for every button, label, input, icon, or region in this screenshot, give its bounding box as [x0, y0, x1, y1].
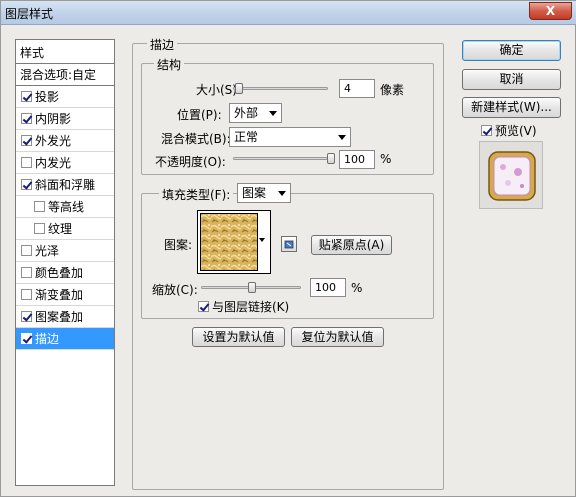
style-item[interactable]: 描边 — [16, 328, 114, 350]
style-item-label: 渐变叠加 — [35, 288, 84, 302]
style-item-label: 光泽 — [35, 244, 60, 258]
style-item-label: 斜面和浮雕 — [35, 178, 96, 192]
scale-slider-thumb[interactable] — [248, 282, 256, 293]
chevron-down-icon — [338, 135, 346, 140]
new-style-button[interactable]: 新建样式(W)... — [462, 97, 561, 118]
style-item-checkbox[interactable] — [21, 135, 32, 146]
style-item[interactable]: 渐变叠加 — [16, 284, 114, 306]
position-label: 位置(P): — [177, 108, 222, 122]
size-slider-track[interactable] — [233, 87, 328, 90]
pattern-dropdown-arrow-icon[interactable] — [259, 238, 265, 242]
make-default-button[interactable]: 设置为默认值 — [192, 327, 285, 347]
fill-type-select-value: 图案 — [242, 186, 267, 200]
preview-checkbox[interactable] — [481, 125, 492, 136]
styles-header[interactable]: 样式 — [16, 40, 114, 64]
style-item-checkbox[interactable] — [34, 223, 45, 234]
style-item-label: 颜色叠加 — [35, 266, 84, 280]
style-item[interactable]: 内发光 — [16, 152, 114, 174]
size-slider-thumb[interactable] — [234, 83, 243, 94]
reset-to-default-button[interactable]: 复位为默认值 — [291, 327, 384, 347]
opacity-unit: % — [380, 152, 392, 166]
style-item-checkbox[interactable] — [21, 113, 32, 124]
style-item-checkbox[interactable] — [21, 91, 32, 102]
style-item[interactable]: 颜色叠加 — [16, 262, 114, 284]
size-unit: 像素 — [380, 83, 405, 97]
scale-input[interactable]: 100 — [310, 278, 346, 297]
layer-style-dialog: 图层样式 X 样式 混合选项:自定 投影内阴影外发光内发光斜面和浮雕等高线纹理光… — [0, 0, 576, 497]
position-select[interactable]: 外部 — [229, 103, 282, 123]
style-item[interactable]: 斜面和浮雕 — [16, 174, 114, 196]
fill-type-label: 填充类型(F): — [159, 186, 234, 203]
preview-option[interactable]: 预览(V) — [481, 122, 537, 139]
style-item-label: 描边 — [35, 332, 60, 346]
style-item-checkbox[interactable] — [21, 267, 32, 278]
fill-type-select[interactable]: 图案 — [237, 183, 291, 203]
blend-mode-select[interactable]: 正常 — [229, 127, 351, 147]
link-with-layer-option[interactable]: 与图层链接(K) — [198, 298, 289, 315]
title-bar[interactable]: 图层样式 X — [1, 1, 576, 25]
pattern-swatch[interactable] — [200, 213, 258, 271]
link-with-layer-label: 与图层链接(K) — [212, 300, 290, 314]
blending-options-item[interactable]: 混合选项:自定 — [16, 64, 114, 86]
style-item[interactable]: 外发光 — [16, 130, 114, 152]
ok-button[interactable]: 确定 — [462, 40, 561, 61]
style-item[interactable]: 纹理 — [16, 218, 114, 240]
pattern-label: 图案: — [164, 238, 193, 252]
stroke-group-title: 描边 — [147, 36, 178, 53]
opacity-slider-thumb[interactable] — [327, 153, 335, 164]
scale-unit: % — [351, 281, 363, 295]
new-preset-icon[interactable] — [281, 236, 297, 252]
position-select-value: 外部 — [234, 106, 259, 120]
style-item-checkbox[interactable] — [21, 289, 32, 300]
style-item[interactable]: 光泽 — [16, 240, 114, 262]
preview-label: 预览(V) — [495, 124, 537, 138]
close-button[interactable]: X — [529, 2, 572, 20]
style-item-label: 外发光 — [35, 134, 72, 148]
style-item-checkbox[interactable] — [21, 311, 32, 322]
style-item-checkbox[interactable] — [21, 179, 32, 190]
style-item-label: 内阴影 — [35, 112, 72, 126]
style-preview-thumbnail — [479, 141, 543, 209]
opacity-label: 不透明度(O): — [155, 155, 226, 169]
style-item-checkbox[interactable] — [21, 245, 32, 256]
cancel-button[interactable]: 取消 — [462, 69, 561, 90]
size-input[interactable]: 4 — [339, 79, 375, 98]
styles-list: 样式 混合选项:自定 投影内阴影外发光内发光斜面和浮雕等高线纹理光泽颜色叠加渐变… — [15, 39, 115, 486]
chevron-down-icon — [278, 191, 286, 196]
structure-group-title: 结构 — [154, 56, 185, 73]
link-with-layer-checkbox[interactable] — [198, 301, 209, 312]
blend-mode-select-value: 正常 — [234, 130, 259, 144]
style-item[interactable]: 图案叠加 — [16, 306, 114, 328]
scale-label: 缩放(C): — [152, 283, 198, 297]
style-item[interactable]: 等高线 — [16, 196, 114, 218]
style-item-checkbox[interactable] — [34, 201, 45, 212]
window-title: 图层样式 — [5, 7, 54, 21]
style-item[interactable]: 投影 — [16, 86, 114, 108]
style-item[interactable]: 内阴影 — [16, 108, 114, 130]
chevron-down-icon — [269, 111, 277, 116]
blend-mode-label: 混合模式(B): — [161, 132, 231, 146]
style-item-checkbox[interactable] — [21, 333, 32, 344]
opacity-input[interactable]: 100 — [339, 150, 375, 169]
style-item-label: 内发光 — [35, 156, 72, 170]
style-item-label: 等高线 — [48, 200, 85, 214]
style-item-checkbox[interactable] — [21, 157, 32, 168]
style-item-label: 纹理 — [48, 222, 73, 236]
snap-to-origin-button[interactable]: 贴紧原点(A) — [311, 235, 392, 255]
style-item-label: 图案叠加 — [35, 310, 84, 324]
opacity-slider-track[interactable] — [233, 157, 333, 160]
style-item-label: 投影 — [35, 90, 60, 104]
